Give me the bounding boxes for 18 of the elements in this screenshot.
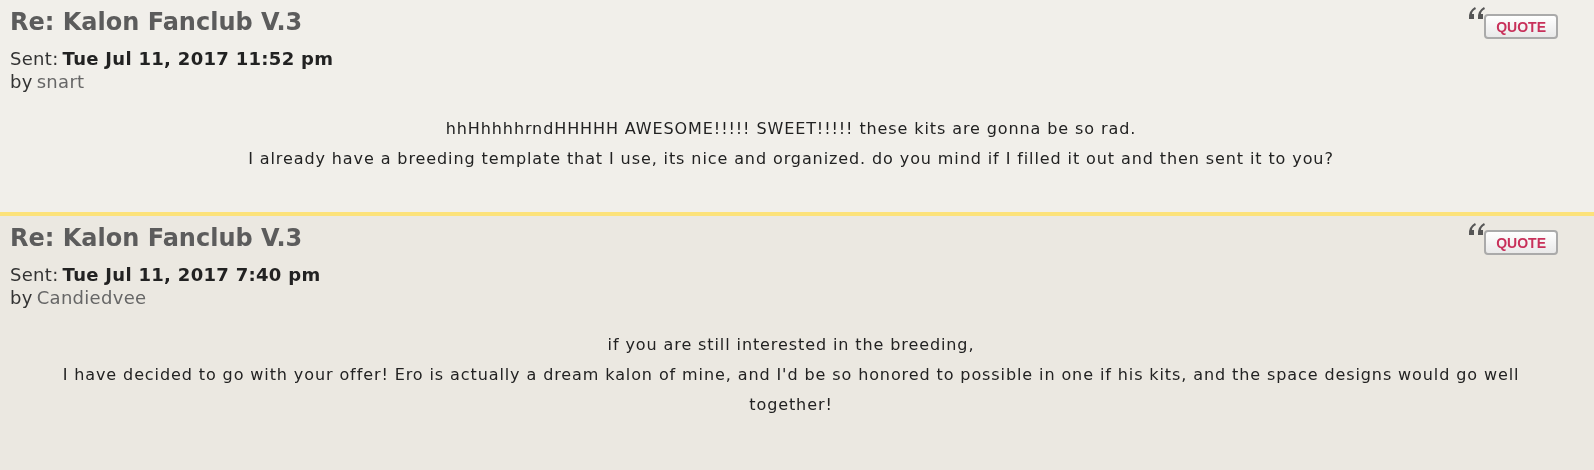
author-name[interactable]: snart	[36, 70, 85, 94]
sent-label: Sent:	[10, 262, 59, 287]
post-text: hhHhhhhrndHHHHH AWESOME!!!!! SWEET!!!!! these kits are gonna be so rad.	[444, 117, 1138, 140]
quote-button[interactable]: QUOTE	[1484, 14, 1558, 39]
post-title: Re: Kalon Fanclub V.3	[10, 8, 303, 37]
author-name[interactable]: Candiedvee	[36, 286, 147, 310]
post-text: if you are still interested in the breeding,	[606, 333, 976, 356]
post-date: Tue Jul 11, 2017 7:40 pm	[62, 262, 321, 287]
post-text: I already have a breeding template that I use, its nice and organized. do you mind if I filled it out and then sent it to you?	[247, 147, 1335, 170]
quote-mark-icon	[1468, 222, 1487, 236]
quote-mark-icon	[1468, 6, 1487, 20]
by-label: by	[10, 70, 33, 94]
by-label: by	[10, 286, 33, 310]
post-text: I have decided to go with your offer! Ero is actually a dream kalon of mine, and I'd be so honored to possible in one if his kits, and the space designs would go well together!	[61, 363, 1521, 416]
post-title: Re: Kalon Fanclub V.3	[10, 224, 303, 253]
quote-button[interactable]: QUOTE	[1484, 230, 1558, 255]
sent-label: Sent:	[10, 46, 59, 71]
post-date: Tue Jul 11, 2017 11:52 pm	[62, 46, 334, 71]
